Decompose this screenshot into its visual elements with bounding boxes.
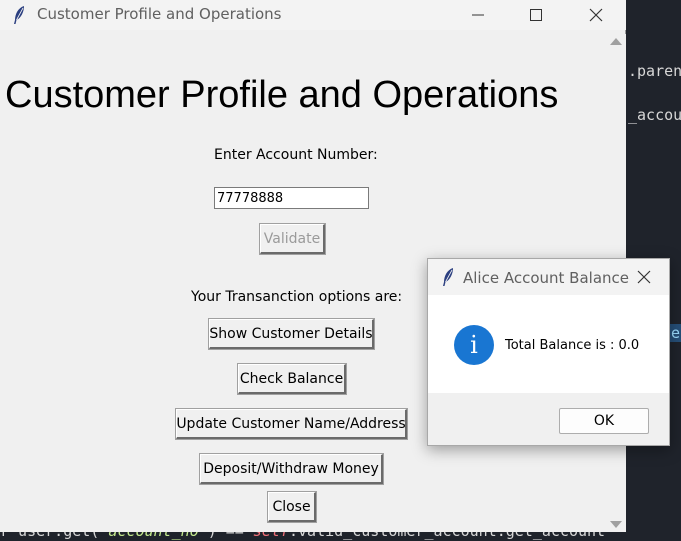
account-number-label: Enter Account Number: [214, 147, 378, 163]
account-number-input[interactable] [214, 187, 369, 209]
scroll-up-arrow-icon[interactable] [610, 38, 622, 45]
dialog-body: i Total Balance is : 0.0 [428, 295, 669, 393]
minimize-icon [472, 14, 484, 16]
dialog-message: Total Balance is : 0.0 [505, 338, 640, 353]
dialog-title-bar[interactable]: Alice Account Balance [428, 259, 669, 295]
close-window-button[interactable] [573, 0, 619, 30]
maximize-icon [530, 9, 542, 21]
feather-icon [443, 268, 453, 286]
minimize-button[interactable] [455, 0, 501, 30]
editor-code-line: .paren [628, 62, 681, 80]
maximize-button[interactable] [513, 0, 559, 30]
window-title: Customer Profile and Operations [37, 5, 282, 23]
close-icon [589, 8, 603, 22]
options-label: Your Transanction options are: [191, 289, 403, 305]
balance-dialog: Alice Account Balance i Total Balance is… [427, 258, 670, 446]
scroll-down-arrow-icon[interactable] [610, 521, 622, 528]
update-customer-button[interactable]: Update Customer Name/Address [175, 408, 408, 440]
show-customer-details-button[interactable]: Show Customer Details [208, 318, 375, 350]
dialog-title: Alice Account Balance [463, 269, 629, 287]
ok-button[interactable]: OK [559, 408, 649, 434]
info-icon: i [454, 325, 494, 365]
deposit-withdraw-button[interactable]: Deposit/Withdraw Money [199, 453, 384, 485]
validate-button[interactable]: Validate [259, 223, 326, 255]
editor-code-line: _accou [628, 106, 681, 124]
check-balance-button[interactable]: Check Balance [237, 363, 347, 395]
feather-icon [14, 6, 24, 24]
title-bar[interactable]: Customer Profile and Operations [0, 0, 626, 30]
close-button[interactable]: Close [267, 491, 317, 523]
close-icon[interactable] [636, 269, 652, 285]
page-heading: Customer Profile and Operations [5, 74, 559, 116]
